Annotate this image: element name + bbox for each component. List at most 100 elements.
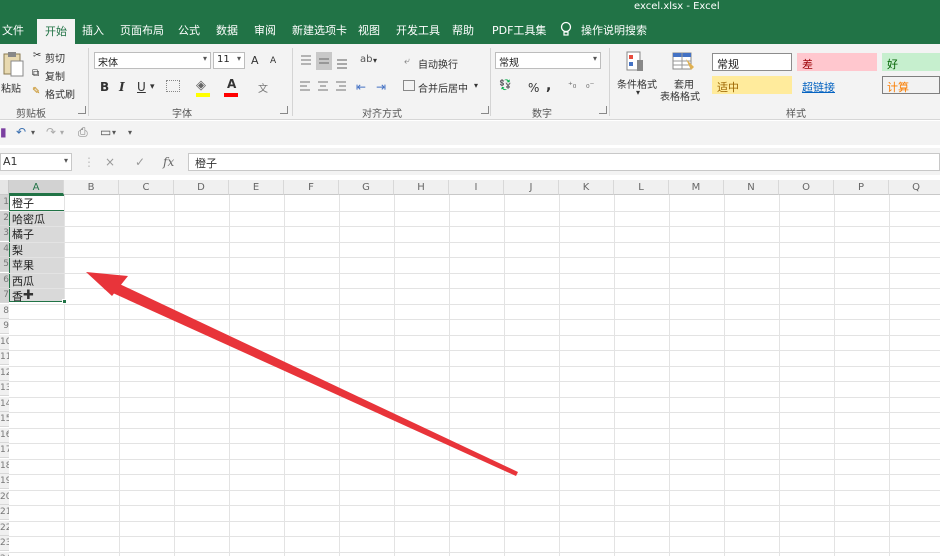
row-header-22[interactable]: 22 [0, 520, 9, 536]
row-header-1[interactable]: 1 [0, 195, 9, 210]
column-header-h[interactable]: H [394, 180, 449, 195]
paste-button[interactable]: 粘贴 [1, 80, 21, 95]
wrap-text-icon[interactable]: ⤶ [404, 56, 410, 67]
cell-a3[interactable]: 橘子 [12, 227, 34, 242]
alignment-launcher[interactable] [481, 106, 489, 114]
wrap-text-button[interactable]: 自动换行 [418, 56, 458, 71]
undo-icon[interactable]: ↶ [16, 125, 26, 139]
chevron-down-icon[interactable]: ▾ [60, 128, 64, 137]
fill-color-icon[interactable]: ◈ [196, 78, 206, 93]
column-header-k[interactable]: K [559, 180, 614, 195]
tell-me-search[interactable]: 操作说明搜索 [581, 22, 647, 38]
row-header-23[interactable]: 23 [0, 536, 9, 551]
customize-toolbar-icon[interactable]: ▾ [128, 128, 132, 137]
chevron-down-icon[interactable]: ▾ [112, 128, 116, 137]
cell-a6[interactable]: 西瓜 [12, 274, 34, 289]
screen-icon[interactable]: ▭ [100, 125, 111, 139]
fill-handle[interactable] [62, 299, 67, 304]
font-name-combo[interactable]: 宋体 ▾ [94, 52, 211, 69]
row-header-2[interactable]: 2 [0, 210, 9, 226]
row-header-3[interactable]: 3 [0, 226, 9, 241]
row-header-20[interactable]: 20 [0, 489, 9, 505]
format-painter-icon[interactable]: ✎ [32, 86, 40, 97]
border-icon[interactable] [166, 80, 180, 92]
font-launcher[interactable] [280, 106, 288, 114]
column-header-n[interactable]: N [724, 180, 779, 195]
currency-icon[interactable]: 💱 [499, 80, 511, 91]
tab-developer[interactable]: 开发工具 [396, 22, 440, 38]
row-header-6[interactable]: 6 [0, 272, 9, 288]
worksheet-grid[interactable]: ABCDEFGHIJKLMNOPQ12345678910111213141516… [0, 180, 940, 556]
column-header-i[interactable]: I [449, 180, 504, 195]
select-all-corner[interactable] [0, 180, 9, 195]
number-launcher[interactable] [599, 106, 607, 114]
shrink-font-button[interactable]: A [270, 56, 276, 66]
row-header-17[interactable]: 17 [0, 443, 9, 458]
cell-a5[interactable]: 苹果 [12, 258, 34, 273]
row-header-24[interactable]: 24 [0, 551, 9, 556]
name-box[interactable]: A1 ▾ [0, 153, 72, 171]
column-header-o[interactable]: O [779, 180, 834, 195]
row-header-4[interactable]: 4 [0, 241, 9, 257]
column-header-a[interactable]: A [9, 180, 64, 195]
save-icon[interactable]: ▮ [0, 125, 7, 139]
row-header-5[interactable]: 5 [0, 257, 9, 272]
row-header-19[interactable]: 19 [0, 474, 9, 489]
enter-icon[interactable]: ✓ [135, 155, 145, 169]
tab-view[interactable]: 视图 [358, 22, 380, 38]
chevron-down-icon[interactable]: ▾ [373, 56, 377, 65]
column-header-j[interactable]: J [504, 180, 559, 195]
tab-pdf-tools[interactable]: PDF工具集 [492, 22, 546, 38]
row-header-13[interactable]: 13 [0, 381, 9, 396]
row-header-9[interactable]: 9 [0, 319, 9, 334]
horizontal-align-icons[interactable] [298, 80, 352, 94]
copy-button[interactable]: 复制 [45, 68, 65, 83]
decrease-indent-icon[interactable]: ⇤ [356, 80, 366, 94]
conditional-format-icon[interactable] [626, 51, 646, 73]
redo-icon[interactable]: ↷ [46, 125, 56, 139]
tab-home[interactable]: 开始 [37, 19, 75, 44]
tab-review[interactable]: 审阅 [254, 22, 276, 38]
tab-insert[interactable]: 插入 [82, 22, 104, 38]
increase-decimal-icon[interactable]: ⁺₀ [568, 81, 576, 91]
vertical-align-icons[interactable] [298, 52, 352, 70]
column-header-f[interactable]: F [284, 180, 339, 195]
increase-indent-icon[interactable]: ⇥ [376, 80, 386, 94]
column-header-c[interactable]: C [119, 180, 174, 195]
row-header-14[interactable]: 14 [0, 396, 9, 412]
number-format-combo[interactable]: 常规 ▾ [495, 52, 601, 69]
column-header-m[interactable]: M [669, 180, 724, 195]
font-color-button[interactable]: A [227, 77, 236, 91]
tab-formulas[interactable]: 公式 [178, 22, 200, 38]
column-header-d[interactable]: D [174, 180, 229, 195]
phonetic-button[interactable]: 文 [258, 80, 268, 95]
row-header-21[interactable]: 21 [0, 505, 9, 520]
merge-icon[interactable] [403, 80, 415, 91]
row-header-18[interactable]: 18 [0, 458, 9, 474]
table-format-icon[interactable] [672, 51, 696, 73]
cut-icon[interactable]: ✂ [33, 50, 41, 61]
tab-new-tab[interactable]: 新建选项卡 [292, 22, 347, 38]
paste-icon[interactable] [2, 50, 24, 78]
table-format-button-line2[interactable]: 表格格式 [660, 88, 700, 103]
insert-function-icon[interactable]: fx [163, 155, 174, 169]
cell-a2[interactable]: 哈密瓜 [12, 212, 45, 227]
percent-button[interactable]: % [528, 81, 539, 95]
cut-button[interactable]: 剪切 [45, 50, 65, 65]
row-header-8[interactable]: 8 [0, 303, 9, 319]
row-header-12[interactable]: 12 [0, 365, 9, 381]
style-bad[interactable]: 差 [797, 53, 877, 71]
column-header-p[interactable]: P [834, 180, 889, 195]
tab-data[interactable]: 数据 [216, 22, 238, 38]
bold-button[interactable]: B [100, 80, 109, 94]
column-header-l[interactable]: L [614, 180, 669, 195]
row-header-11[interactable]: 11 [0, 350, 9, 365]
merge-center-button[interactable]: 合并后居中 [418, 80, 468, 95]
orientation-button[interactable]: ab [360, 54, 372, 65]
style-calculation[interactable]: 计算 [882, 76, 940, 94]
format-painter-button[interactable]: 格式刷 [45, 86, 75, 101]
chevron-down-icon[interactable]: ▾ [150, 82, 155, 92]
row-header-16[interactable]: 16 [0, 427, 9, 443]
style-neutral[interactable]: 适中 [712, 76, 792, 94]
row-header-10[interactable]: 10 [0, 334, 9, 350]
